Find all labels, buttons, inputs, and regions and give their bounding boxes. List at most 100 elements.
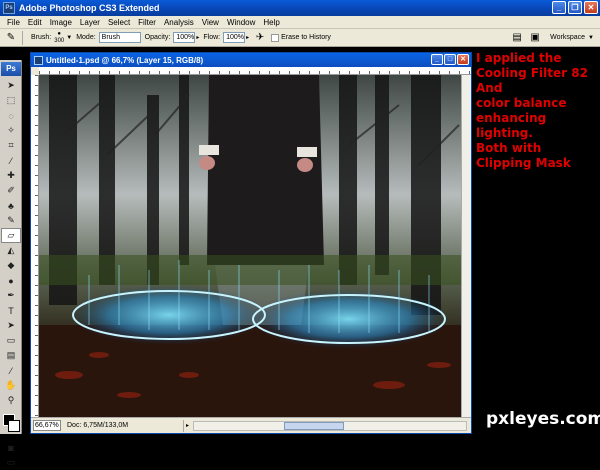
menu-file[interactable]: File — [3, 18, 24, 27]
menu-analysis[interactable]: Analysis — [160, 18, 198, 27]
image-canvas[interactable] — [39, 75, 463, 417]
menu-filter[interactable]: Filter — [134, 18, 160, 27]
zoom-value: 66,67% — [35, 422, 59, 429]
opacity-label: Opacity: — [144, 34, 171, 41]
vertical-scrollbar[interactable] — [461, 75, 471, 417]
quick-mask-icon[interactable]: ◙ — [1, 440, 21, 455]
annotation-text: I applied the Cooling Filter 82 And colo… — [476, 51, 600, 171]
document-title-bar[interactable]: Untitled-1.psd @ 66,7% (Layer 15, RGB/8)… — [31, 53, 471, 67]
zoom-tool-icon[interactable]: ⚲ — [1, 393, 21, 408]
healing-brush-tool-icon[interactable]: ✚ — [1, 168, 21, 183]
hand-tool-icon[interactable]: ✋ — [1, 378, 21, 393]
workspace-label[interactable]: Workspace — [550, 34, 585, 41]
mode-select[interactable]: Brush — [98, 32, 141, 43]
crop-tool-icon[interactable]: ⌗ — [1, 138, 21, 153]
annotation-line: color balance — [476, 96, 567, 110]
shape-tool-icon[interactable]: ▭ — [1, 333, 21, 348]
mode-value: Brush — [101, 34, 120, 41]
zoom-field[interactable]: 66,67% — [33, 420, 61, 431]
brush-picker[interactable]: ● 300 — [54, 31, 64, 45]
brush-dot-icon: ● — [57, 30, 62, 37]
mode-label: Mode: — [76, 34, 96, 41]
menu-bar: File Edit Image Layer Select Filter Anal… — [0, 16, 600, 29]
doc-close-button[interactable]: ✕ — [457, 54, 469, 65]
flow-value: 100% — [226, 34, 245, 41]
dodge-tool-icon[interactable]: ● — [1, 273, 21, 288]
color-swatches[interactable] — [0, 412, 21, 440]
airbrush-icon[interactable]: ✈ — [253, 31, 267, 45]
annotation-line: I applied the — [476, 51, 562, 65]
status-bar: 66,67% Doc: 6,75M/133,0M ▸ — [31, 417, 471, 433]
background-color-swatch[interactable] — [8, 420, 20, 432]
doc-size: Doc: 6,75M/133,0M — [67, 421, 129, 429]
restore-button[interactable]: ❐ — [568, 1, 582, 14]
clone-stamp-tool-icon[interactable]: ♣ — [1, 198, 21, 213]
status-menu-icon[interactable]: ▸ — [186, 422, 189, 429]
annotation-line: And — [476, 81, 503, 95]
eraser-tool-icon[interactable]: ▱ — [1, 228, 21, 243]
workspace-chevron-icon[interactable]: ▼ — [588, 35, 594, 41]
lasso-tool-icon[interactable]: ◌ — [1, 108, 21, 123]
annotation-line: Clipping Mask — [476, 156, 571, 170]
doc-maximize-button[interactable]: □ — [444, 54, 456, 65]
tool-presets-icon[interactable]: ▣ — [528, 31, 542, 45]
photoshop-app-icon: Ps — [3, 2, 15, 14]
pen-tool-icon[interactable]: ✒ — [1, 288, 21, 303]
app-title: Adobe Photoshop CS3 Extended — [19, 3, 160, 13]
marquee-tool-icon[interactable]: ⬚ — [1, 93, 21, 108]
screen-mode-icon[interactable]: ▭ — [1, 455, 21, 470]
menu-window[interactable]: Window — [223, 18, 259, 27]
menu-select[interactable]: Select — [104, 18, 134, 27]
horizontal-ruler — [39, 67, 471, 75]
move-tool-icon[interactable]: ➤ — [1, 78, 21, 93]
ps-logo: Ps — [1, 62, 21, 76]
options-bar: ✎ Brush: ● 300 ▼ Mode: Brush Opacity: 10… — [0, 29, 600, 47]
document-window: Untitled-1.psd @ 66,7% (Layer 15, RGB/8)… — [30, 52, 472, 434]
menu-edit[interactable]: Edit — [24, 18, 46, 27]
erase-history-label: Erase to History — [281, 34, 331, 41]
app-title-bar: Ps Adobe Photoshop CS3 Extended _ ❐ ✕ — [0, 0, 600, 16]
menu-help[interactable]: Help — [259, 18, 283, 27]
document-title: Untitled-1.psd @ 66,7% (Layer 15, RGB/8) — [46, 55, 204, 65]
history-brush-tool-icon[interactable]: ✎ — [1, 213, 21, 228]
annotation-line: Both with — [476, 141, 542, 155]
forest-artwork — [39, 75, 463, 417]
annotation-line: Cooling Filter 82 — [476, 66, 588, 80]
type-tool-icon[interactable]: T — [1, 303, 21, 318]
path-selection-tool-icon[interactable]: ➤ — [1, 318, 21, 333]
minimize-button[interactable]: _ — [552, 1, 566, 14]
toolbox: Ps ➤ ⬚ ◌ ✧ ⌗ ⁄ ✚ ✐ ♣ ✎ ▱ ◭ ◆ ● ✒ T ➤ ▭ ▤… — [0, 60, 22, 467]
document-icon — [34, 55, 43, 65]
erase-history-checkbox[interactable] — [271, 33, 280, 42]
flow-label: Flow: — [203, 34, 221, 41]
divider — [22, 30, 23, 45]
chevron-down-icon[interactable]: ▼ — [66, 35, 72, 41]
menu-image[interactable]: Image — [46, 18, 76, 27]
doc-minimize-button[interactable]: _ — [431, 54, 443, 65]
brush-label: Brush: — [31, 34, 52, 41]
paint-bucket-tool-icon[interactable]: ◭ — [1, 243, 21, 258]
vertical-ruler — [31, 75, 39, 417]
opacity-chevron-icon[interactable]: ▸ — [196, 34, 199, 41]
eraser-tool-preset-icon[interactable]: ✎ — [4, 31, 18, 45]
annotation-line: lighting. — [476, 126, 533, 140]
horizontal-scrollbar[interactable] — [193, 420, 467, 431]
menu-layer[interactable]: Layer — [76, 18, 104, 27]
brush-tool-icon[interactable]: ✐ — [1, 183, 21, 198]
eyedropper-sample-icon[interactable]: ⁄ — [1, 363, 21, 378]
menu-view[interactable]: View — [198, 18, 223, 27]
brush-size: 300 — [54, 37, 65, 44]
horizontal-scroll-thumb[interactable] — [284, 421, 345, 430]
opacity-value: 100% — [176, 34, 195, 41]
close-button[interactable]: ✕ — [584, 1, 598, 14]
flow-field[interactable]: 100% — [223, 32, 246, 43]
blur-tool-icon[interactable]: ◆ — [1, 258, 21, 273]
doc-size-info[interactable]: Doc: 6,75M/133,0M — [64, 419, 184, 432]
flow-chevron-icon[interactable]: ▸ — [246, 34, 249, 41]
notes-tool-icon[interactable]: ▤ — [1, 348, 21, 363]
eyedropper-tool-icon[interactable]: ⁄ — [1, 153, 21, 168]
brushes-palette-icon[interactable]: ▤ — [510, 31, 524, 45]
opacity-field[interactable]: 100% — [173, 32, 196, 43]
annotation-line: enhancing — [476, 111, 547, 125]
magic-wand-tool-icon[interactable]: ✧ — [1, 123, 21, 138]
